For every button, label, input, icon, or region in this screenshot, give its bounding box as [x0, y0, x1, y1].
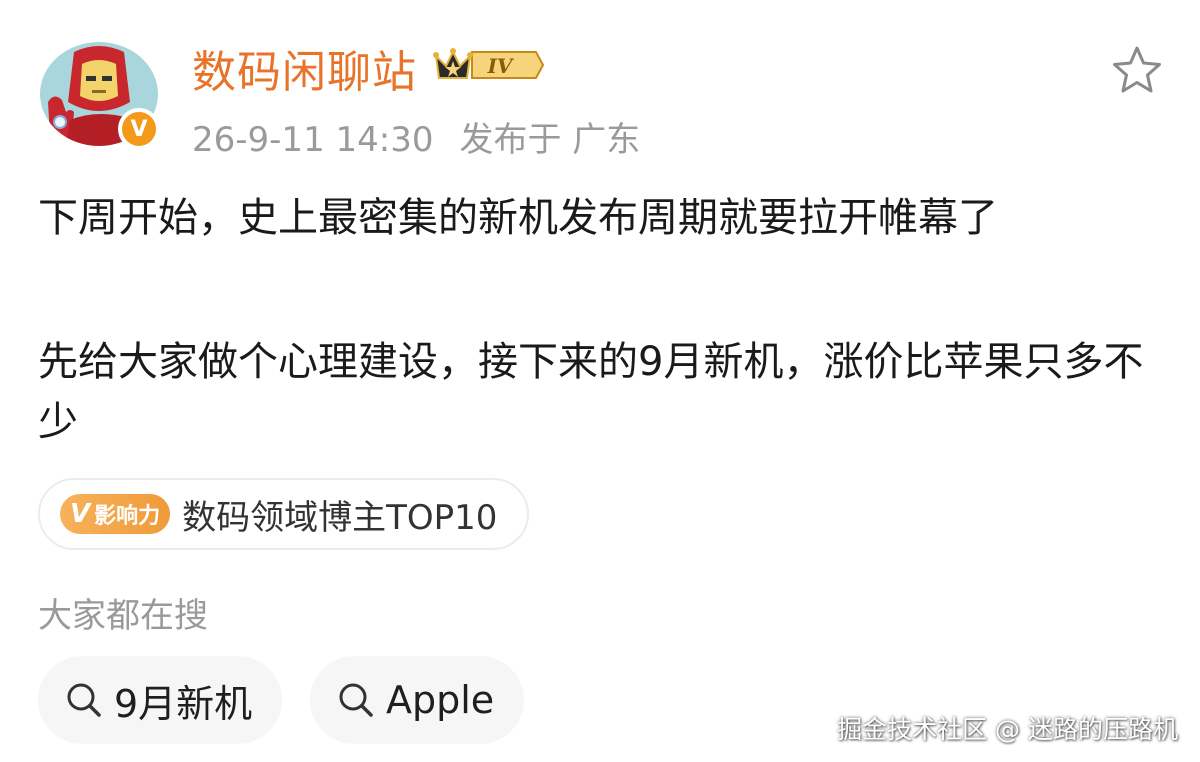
influence-text: 数码领域博主TOP10 — [182, 497, 498, 538]
post-location: 发布于 广东 — [459, 120, 641, 160]
search-icon — [67, 683, 101, 717]
weibo-post-page: V 数码闲聊站 IV 26-9-11 14:30 发布于 广东 下周开始，史上最密… — [0, 0, 1200, 762]
member-rank-badge[interactable]: IV — [432, 44, 545, 86]
watermark: 掘金技术社区 @ 迷路的压路机 — [837, 715, 1178, 744]
search-chip[interactable]: 9月新机 — [38, 656, 283, 744]
crown-icon: IV — [433, 48, 545, 79]
post-timestamp: 26-9-11 14:30 — [192, 120, 434, 160]
influence-v-icon: V — [70, 499, 91, 529]
search-chip-label: Apple — [386, 678, 495, 722]
post-paragraph: 先给大家做个心理建设，接下来的9月新机，涨价比苹果只多不少 — [38, 339, 1144, 445]
verified-badge-icon: V — [118, 108, 160, 150]
influence-tag-label: 影响力 — [94, 504, 161, 529]
influence-badge-pill[interactable]: V 影响力 数码领域博主TOP10 — [38, 478, 530, 550]
search-chip[interactable]: Apple — [310, 656, 525, 744]
post-meta: 26-9-11 14:30 发布于 广东 — [192, 112, 640, 161]
post-content: 下周开始，史上最密集的新机发布周期就要拉开帷幕了 先给大家做个心理建设，接下来的… — [38, 188, 1168, 452]
influence-tag: V 影响力 — [60, 494, 171, 534]
username[interactable]: 数码闲聊站 — [192, 36, 417, 100]
search-icon — [339, 683, 373, 717]
favorite-star-icon[interactable] — [1110, 44, 1164, 98]
rank-level-text: IV — [487, 54, 515, 78]
search-chip-label: 9月新机 — [114, 681, 253, 726]
post-paragraph: 下周开始，史上最密集的新机发布周期就要拉开帷幕了 — [38, 195, 998, 241]
trending-search-heading: 大家都在搜 — [38, 596, 208, 636]
